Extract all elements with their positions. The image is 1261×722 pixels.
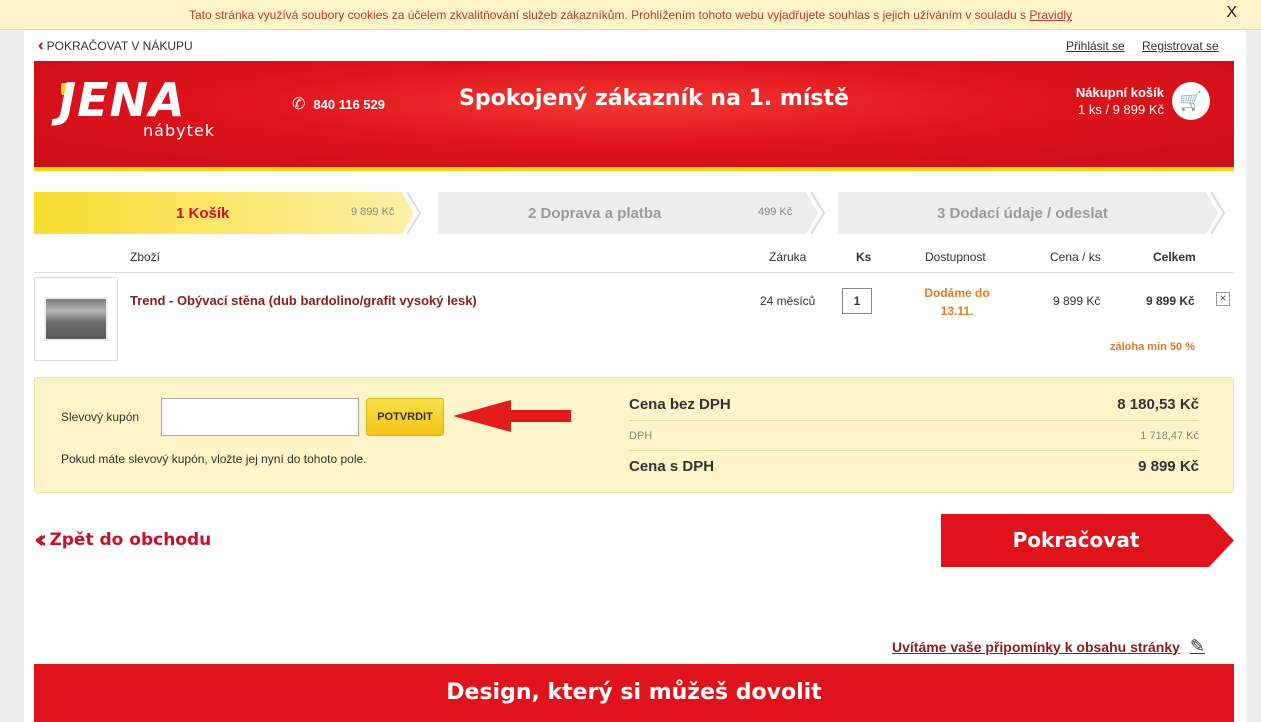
step-cart-price: 9 899 Kč <box>351 206 395 218</box>
summary-divider <box>629 420 1199 421</box>
red-arrow-annotation <box>453 400 571 432</box>
product-name-link[interactable]: Trend - Obývací stěna (dub bardolino/gra… <box>130 293 477 308</box>
logo-subtitle: nábytek <box>143 121 215 140</box>
checkout-steps: 1 Košík 9 899 Kč 2 Doprava a platba 499 … <box>34 192 1234 234</box>
continue-shopping-label: POKRAČOVAT V NÁKUPU <box>46 39 193 53</box>
site-header: JENA nábytek ✆ 840 116 529 Spokojený zák… <box>34 61 1234 171</box>
phone-contact[interactable]: ✆ 840 116 529 <box>292 94 385 114</box>
cookie-text: Tato stránka využívá soubory cookies za … <box>188 8 1027 22</box>
feedback-label: Uvítáme vaše připomínky k obsahu stránky <box>892 638 1180 655</box>
pencil-icon: ✎ <box>1189 636 1205 656</box>
continue-button-label: Pokračovat <box>1012 528 1140 552</box>
cart-title: Nákupní košík <box>1075 85 1164 100</box>
register-link[interactable]: Registrovat se <box>1142 39 1219 53</box>
page: ‹‹ POKRAČOVAT V NÁKUPU Přihlásit se Regi… <box>24 30 1246 722</box>
cart-count-price: 1 ks / 9 899 Kč <box>1078 102 1164 117</box>
coupon-label: Slevový kupón <box>61 410 140 424</box>
cookie-bar: Tato stránka využívá soubory cookies za … <box>0 0 1261 30</box>
price-with-vat-label: Cena s DPH <box>629 458 715 475</box>
coupon-summary-panel: Slevový kupón POTVRDIT Pokud máte slevov… <box>34 377 1234 493</box>
logo-text: JENA <box>59 73 186 127</box>
continue-button[interactable]: Pokračovat <box>941 514 1234 567</box>
coupon-confirm-button[interactable]: POTVRDIT <box>366 398 444 436</box>
cookie-rules-link[interactable]: Pravidly <box>1029 8 1072 22</box>
col-header-total: Celkem <box>1153 250 1196 264</box>
col-header-unit-price: Cena / ks <box>1050 250 1101 264</box>
coupon-input[interactable] <box>161 398 359 436</box>
summary-divider <box>629 450 1199 451</box>
col-header-availability: Dostupnost <box>925 250 986 264</box>
product-image <box>44 297 108 341</box>
cart-summary-box[interactable]: Nákupní košík 1 ks / 9 899 Kč 🛒 <box>1076 82 1210 120</box>
quantity-input[interactable]: 1 <box>842 288 872 314</box>
availability-text: Dodáme do 13.11. <box>924 286 990 318</box>
vat-label: DPH <box>629 430 653 442</box>
slogan: Spokojený zákazník na 1. místě <box>459 86 849 111</box>
top-links: ‹‹ POKRAČOVAT V NÁKUPU Přihlásit se Regi… <box>24 30 1246 60</box>
step-delivery[interactable]: 3 Dodací údaje / odeslat <box>838 192 1234 234</box>
price-no-vat-value: 8 180,53 Kč <box>1117 396 1199 413</box>
row-total-price: 9 899 Kč <box>1146 294 1195 308</box>
deposit-note: záloha min 50 % <box>1110 341 1195 353</box>
step-shipping[interactable]: 2 Doprava a platba 499 Kč <box>438 192 833 234</box>
col-header-qty: Ks <box>856 250 872 264</box>
step-cart-label: 1 Košík <box>176 204 230 222</box>
price-no-vat-label: Cena bez DPH <box>629 396 731 413</box>
back-to-shop-link[interactable]: ‹‹ Zpět do obchodu <box>34 525 212 555</box>
step-shipping-price: 499 Kč <box>758 206 793 218</box>
remove-item-icon[interactable]: × <box>1216 292 1230 306</box>
continue-shopping-link[interactable]: ‹‹ POKRAČOVAT V NÁKUPU <box>38 37 193 54</box>
shopping-cart-icon[interactable]: 🛒 <box>1172 82 1210 120</box>
unit-price: 9 899 Kč <box>1053 294 1101 308</box>
price-with-vat-value: 9 899 Kč <box>1138 458 1199 475</box>
coupon-hint: Pokud máte slevový kupón, vložte jej nyn… <box>61 452 367 466</box>
double-chevron-left-icon: ‹‹ <box>38 37 42 54</box>
step-shipping-label: 2 Doprava a platba <box>528 204 662 222</box>
col-header-warranty: Záruka <box>769 250 807 264</box>
login-link[interactable]: Přihlásit se <box>1066 39 1125 53</box>
vat-value: 1 718,47 Kč <box>1140 430 1199 442</box>
product-thumbnail[interactable] <box>34 277 118 361</box>
phone-icon: ✆ <box>292 96 306 113</box>
logo[interactable]: JENA nábytek <box>59 73 234 151</box>
step-cart[interactable]: 1 Košík 9 899 Kč <box>34 192 429 234</box>
phone-number: 840 116 529 <box>313 96 385 112</box>
cookie-close-button[interactable]: X <box>1226 0 1237 26</box>
feedback-link[interactable]: Uvítáme vaše připomínky k obsahu stránky… <box>892 636 1205 657</box>
product-warranty: 24 měsíců <box>760 294 816 308</box>
back-to-shop-label: Zpět do obchodu <box>49 530 212 550</box>
double-chevron-left-icon: ‹‹ <box>34 525 48 555</box>
table-divider <box>34 272 1234 273</box>
footer-banner: Design, který si můžeš dovolit <box>34 664 1234 722</box>
step-delivery-label: 3 Dodací údaje / odeslat <box>937 204 1108 222</box>
col-header-item: Zboží <box>130 250 161 264</box>
